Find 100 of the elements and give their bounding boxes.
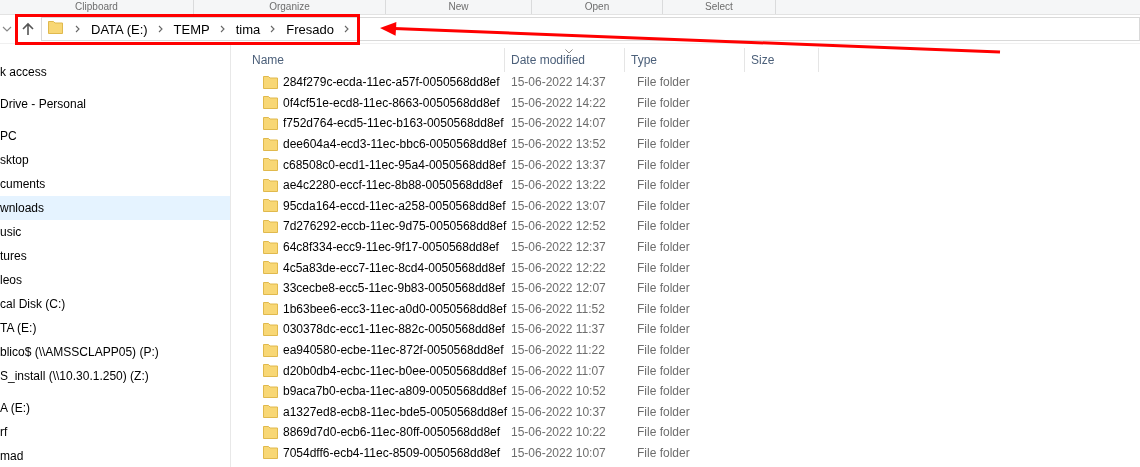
file-type: File folder: [637, 384, 690, 399]
date-modified: 15-06-2022 12:07: [511, 281, 606, 296]
date-modified: 15-06-2022 10:07: [511, 446, 606, 460]
folder-icon: [263, 446, 278, 460]
chevron-right-icon[interactable]: [157, 25, 164, 33]
sidebar-item[interactable]: mad: [0, 444, 230, 467]
file-type: File folder: [637, 116, 690, 131]
sidebar-item[interactable]: S_install (\\10.30.1.250) (Z:): [0, 364, 230, 388]
sidebar-item[interactable]: Drive - Personal: [0, 92, 230, 116]
file-name[interactable]: 33cecbe8-ecc5-11ec-9b83-0050568dd8ef: [283, 281, 505, 296]
column-header[interactable]: Name: [251, 48, 505, 72]
sort-caret-icon: [564, 49, 573, 54]
folder-icon: [263, 96, 278, 110]
sidebar-item[interactable]: usic: [0, 220, 230, 244]
file-type: File folder: [637, 363, 690, 378]
file-name[interactable]: 64c8f334-ecc9-11ec-9f17-0050568dd8ef: [283, 240, 499, 255]
folder-icon: [263, 178, 278, 192]
address-bar[interactable]: DATA (E:) TEMP tima Fresado: [41, 17, 1140, 41]
file-type: File folder: [637, 219, 690, 234]
sidebar-item[interactable]: A (E:): [0, 396, 230, 420]
file-type: File folder: [637, 198, 690, 213]
sidebar-item[interactable]: cuments: [0, 172, 230, 196]
file-name[interactable]: f752d764-ecd5-11ec-b163-0050568dd8ef: [283, 116, 504, 131]
date-modified: 15-06-2022 11:22: [511, 343, 605, 357]
file-name[interactable]: 7054dff6-ecb4-11ec-8509-0050568dd8ef: [283, 446, 501, 460]
sidebar-item[interactable]: rf: [0, 420, 230, 444]
file-type: File folder: [637, 343, 690, 357]
breadcrumb-item[interactable]: Fresado: [282, 21, 338, 37]
folder-icon: [263, 158, 278, 172]
column-header[interactable]: Size: [745, 48, 819, 72]
column-header[interactable]: Type: [625, 48, 745, 72]
file-type: File folder: [637, 404, 690, 419]
chevron-right-icon[interactable]: [270, 25, 277, 33]
file-type: File folder: [637, 446, 690, 460]
folder-icon: [263, 322, 278, 336]
sidebar-item[interactable]: k access: [0, 60, 230, 84]
date-modified: 15-06-2022 11:37: [511, 322, 605, 337]
folder-icon: [263, 364, 278, 378]
folder-icon: [263, 75, 278, 89]
date-modified: 15-06-2022 10:37: [511, 404, 606, 419]
date-modified: 15-06-2022 13:07: [511, 198, 606, 213]
file-name[interactable]: 8869d7d0-ecb6-11ec-80ff-0050568dd8ef: [283, 425, 501, 440]
sidebar-item[interactable]: PC: [0, 124, 230, 148]
chevron-right-icon[interactable]: [343, 25, 350, 33]
file-type: File folder: [637, 301, 690, 316]
file-name[interactable]: 7d276292-eccb-11ec-9d75-0050568dd8ef: [283, 219, 507, 234]
file-name[interactable]: ae4c2280-eccf-11ec-8b88-0050568dd8ef: [283, 178, 503, 193]
file-name[interactable]: d20b0db4-ecbc-11ec-b0ee-0050568dd8ef: [283, 363, 507, 378]
file-type: File folder: [637, 260, 690, 275]
file-name[interactable]: 4c5a83de-ecc7-11ec-8cd4-0050568dd8ef: [283, 260, 505, 275]
file-type: File folder: [637, 137, 690, 152]
folder-icon: [263, 137, 278, 151]
chevron-down-icon[interactable]: [2, 24, 12, 34]
column-header[interactable]: Date modified: [505, 48, 625, 72]
ribbon-group-label: Clipboard: [0, 0, 194, 14]
date-modified: 15-06-2022 14:07: [511, 116, 606, 131]
sidebar-item[interactable]: blico$ (\\AMSSCLAPP05) (P:): [0, 340, 230, 364]
file-name[interactable]: a1327ed8-ecb8-11ec-bde5-0050568dd8ef: [283, 404, 507, 419]
file-name[interactable]: 0f4cf51e-ecd8-11ec-8663-0050568dd8ef: [283, 95, 500, 110]
file-name[interactable]: 030378dc-ecc1-11ec-882c-0050568dd8ef: [283, 322, 505, 337]
sidebar-item[interactable]: tures: [0, 244, 230, 268]
sidebar-item[interactable]: leos: [0, 268, 230, 292]
breadcrumb-item[interactable]: TEMP: [169, 21, 214, 37]
sidebar-item[interactable]: TA (E:): [0, 316, 230, 340]
file-name[interactable]: 1b63bee6-ecc3-11ec-a0d0-0050568dd8ef: [283, 301, 507, 316]
file-name[interactable]: ea940580-ecbe-11ec-872f-0050568dd8ef: [283, 343, 504, 357]
file-type: File folder: [637, 322, 690, 337]
file-type: File folder: [637, 425, 690, 440]
sidebar-item[interactable]: wnloads: [0, 196, 230, 220]
date-modified: 15-06-2022 14:37: [511, 75, 606, 90]
sidebar-item[interactable]: cal Disk (C:): [0, 292, 230, 316]
folder-icon: [263, 343, 278, 357]
date-modified: 15-06-2022 11:52: [511, 301, 605, 316]
file-type: File folder: [637, 178, 690, 193]
file-name[interactable]: 95cda164-eccd-11ec-a258-0050568dd8ef: [283, 198, 506, 213]
date-modified: 15-06-2022 13:52: [511, 137, 606, 152]
ribbon-group-label: Open: [532, 0, 663, 14]
file-name[interactable]: b9aca7b0-ecba-11ec-a809-0050568dd8ef: [283, 384, 507, 399]
chevron-right-icon[interactable]: [75, 25, 81, 33]
up-arrow-icon[interactable]: [22, 22, 34, 36]
folder-icon: [263, 281, 278, 295]
folder-icon: [263, 302, 278, 316]
date-modified: 15-06-2022 12:22: [511, 260, 606, 275]
file-type: File folder: [637, 75, 690, 90]
file-type: File folder: [637, 157, 690, 172]
sidebar-item[interactable]: sktop: [0, 148, 230, 172]
file-name[interactable]: c68508c0-ecd1-11ec-95a4-0050568dd8ef: [283, 157, 506, 172]
file-name[interactable]: 284f279c-ecda-11ec-a57f-0050568dd8ef: [283, 75, 500, 90]
folder-icon: [263, 384, 278, 398]
ribbon-group-label: Select: [663, 0, 776, 14]
file-type: File folder: [637, 95, 690, 110]
breadcrumb-item[interactable]: DATA (E:): [87, 21, 152, 37]
folder-icon: [263, 219, 278, 233]
breadcrumb-item[interactable]: tima: [231, 21, 265, 37]
date-modified: 15-06-2022 10:52: [511, 384, 606, 399]
folder-icon: [48, 21, 63, 37]
file-name[interactable]: dee604a4-ecd3-11ec-bbc6-0050568dd8ef: [283, 137, 507, 152]
chevron-right-icon[interactable]: [219, 25, 226, 33]
date-modified: 15-06-2022 12:52: [511, 219, 606, 234]
file-type: File folder: [637, 281, 690, 296]
